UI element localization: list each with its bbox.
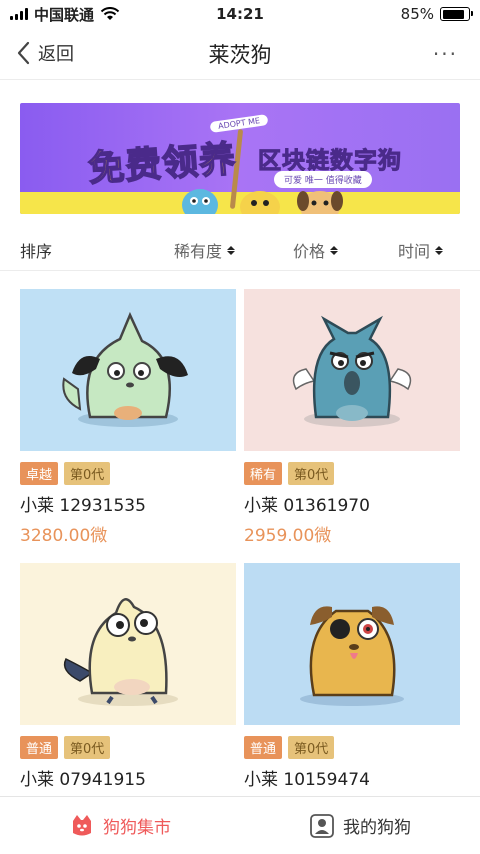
pet-image (20, 289, 236, 451)
screen: 中国联通 14:21 85% 返回 莱茨狗 ··· ADOPT ME 免费领养 … (0, 0, 480, 854)
sort-price[interactable]: 价格 (293, 238, 339, 262)
sort-caret-icon (435, 245, 444, 255)
pet-name: 小莱 12931535 (20, 496, 146, 516)
pet-card[interactable]: 卓越 第0代 小莱 12931535 3280.00微 (20, 289, 236, 546)
pet-card[interactable]: 普通 第0代 小莱 07941915 (20, 563, 236, 790)
sort-rarity[interactable]: 稀有度 (174, 238, 236, 262)
sort-time-label: 时间 (398, 242, 431, 261)
rarity-badge: 普通 (20, 736, 59, 759)
pet-price: 2959.00微 (244, 526, 332, 546)
pet-price: 3280.00微 (20, 526, 108, 546)
back-button[interactable]: 返回 (16, 40, 74, 66)
more-button[interactable]: ··· (433, 42, 458, 66)
generation-badge: 第0代 (288, 462, 335, 485)
sort-bar: 排序 稀有度 价格 时间 (0, 225, 480, 271)
dog-face-icon (73, 814, 91, 835)
pet-image (244, 563, 460, 725)
rarity-badge: 普通 (244, 736, 283, 759)
pet-name: 小莱 01361970 (244, 496, 370, 516)
back-label: 返回 (38, 44, 74, 65)
pet-name: 小莱 07941915 (20, 770, 146, 790)
banner-dogs-illustration (182, 189, 343, 214)
pet-image (20, 563, 236, 725)
green-dog-illustration (62, 311, 188, 427)
banner-subtitle: 区块链数字狗 (258, 148, 402, 175)
nav-bar: 返回 莱茨狗 ··· (0, 28, 480, 80)
pet-name: 小莱 10159474 (244, 770, 370, 790)
sort-caret-icon (227, 245, 236, 255)
promo-banner[interactable]: ADOPT ME 免费领养 区块链数字狗 可爱 唯一 值得收藏 (20, 103, 460, 214)
rarity-badge: 稀有 (244, 462, 283, 485)
status-bar: 中国联通 14:21 85% (0, 0, 480, 28)
tab-mine[interactable]: 我的狗狗 (240, 797, 480, 854)
chevron-left-icon (17, 41, 30, 65)
orange-dog-illustration (300, 606, 404, 706)
generation-badge: 第0代 (64, 736, 111, 759)
rarity-badge: 卓越 (20, 462, 59, 485)
sort-rarity-label: 稀有度 (174, 242, 223, 261)
sort-time[interactable]: 时间 (398, 238, 444, 262)
pet-card[interactable]: 普通 第0代 小莱 10159474 (244, 563, 460, 790)
sort-caret-icon (330, 245, 339, 255)
tab-mine-label: 我的狗狗 (343, 818, 411, 838)
generation-badge: 第0代 (64, 462, 111, 485)
tab-market-label: 狗狗集市 (103, 818, 171, 838)
battery-icon (440, 7, 473, 21)
tab-market[interactable]: 狗狗集市 (0, 797, 240, 854)
sort-price-label: 价格 (293, 242, 326, 261)
generation-badge: 第0代 (288, 736, 335, 759)
pet-image (244, 289, 460, 451)
sort-label: 排序 (20, 242, 53, 261)
pet-card[interactable]: 稀有 第0代 小莱 01361970 2959.00微 (244, 289, 460, 546)
clock: 14:21 (216, 5, 264, 23)
yellow-dog-illustration (63, 598, 178, 706)
tab-bar: 狗狗集市 我的狗狗 (0, 796, 480, 854)
blue-dog-illustration (292, 315, 412, 427)
user-icon (310, 813, 334, 838)
